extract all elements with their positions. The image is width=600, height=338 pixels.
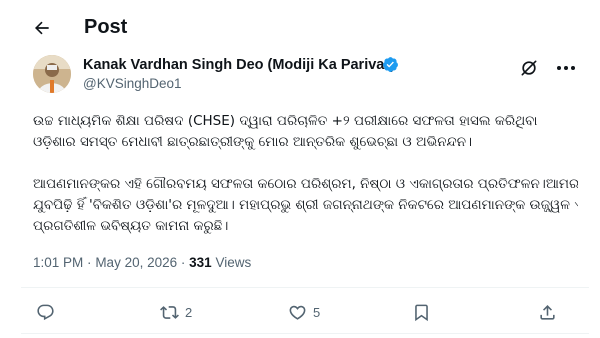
divider bbox=[21, 287, 589, 288]
author-name[interactable]: Kanak Vardhan Singh Deo (Modiji Ka Pariv… bbox=[83, 56, 395, 74]
author-handle[interactable]: @KVSinghDeo1 bbox=[83, 76, 182, 92]
heart-icon bbox=[289, 305, 306, 320]
grok-button[interactable] bbox=[519, 58, 539, 78]
meta-separator: · bbox=[87, 255, 92, 270]
tweet-line: ଯୁବପିଢ଼ି ହିଁ 'ବିକଶିତ ଓଡ଼ିଶା'ର ମୂଳଦୁଆ। ମହ… bbox=[33, 197, 578, 213]
tweet-meta: 1:01 PM · May 20, 2026 · 331 Views bbox=[33, 254, 251, 272]
repost-icon bbox=[160, 305, 179, 319]
tweet-time[interactable]: 1:01 PM bbox=[33, 255, 83, 270]
like-count: 5 bbox=[313, 304, 321, 320]
tweet-line: ଉଚ୍ଚ ମାଧ୍ୟମିକ ଶିକ୍ଷା ପରିଷଦ (CHSE) ଦ୍ୱାରା… bbox=[33, 113, 538, 129]
reply-icon bbox=[37, 304, 54, 320]
grok-icon bbox=[521, 60, 537, 76]
share-button[interactable] bbox=[538, 302, 557, 322]
bookmark-button[interactable] bbox=[412, 302, 431, 322]
verified-badge-icon bbox=[383, 57, 398, 72]
share-icon bbox=[540, 304, 555, 320]
tweet-date[interactable]: May 20, 2026 bbox=[95, 255, 177, 270]
back-button[interactable] bbox=[28, 14, 56, 42]
like-button[interactable]: 5 bbox=[288, 302, 320, 322]
bookmark-icon bbox=[415, 304, 428, 321]
page-title: Post bbox=[84, 16, 128, 38]
tweet-line: ପ୍ରଗତିଶୀଳ ଭବିଷ୍ୟତ କାମନା କରୁଛି। bbox=[33, 218, 229, 234]
post-header: Post bbox=[0, 0, 600, 54]
tweet-line: ଆପଣମାନଙ୍କର ଏହି ଗୌରବମୟ ସଫଳତା କଠୋର ପରିଶ୍ରମ… bbox=[33, 176, 578, 192]
views-label: Views bbox=[215, 255, 252, 270]
more-horizontal-icon bbox=[557, 66, 575, 70]
repost-count: 2 bbox=[185, 304, 193, 320]
tweet-text: ଉଚ୍ଚ ମାଧ୍ୟମିକ ଶିକ୍ଷା ପରିଷଦ (CHSE) ଦ୍ୱାରା… bbox=[33, 111, 578, 237]
arrow-left-icon bbox=[35, 21, 49, 35]
avatar-image bbox=[33, 55, 71, 93]
more-options-button[interactable] bbox=[556, 60, 576, 76]
meta-separator: · bbox=[180, 255, 186, 270]
avatar[interactable] bbox=[33, 55, 71, 93]
divider bbox=[21, 333, 589, 334]
reply-button[interactable] bbox=[36, 302, 55, 322]
repost-button[interactable]: 2 bbox=[160, 302, 192, 322]
tweet-line: ଓଡ଼ିଶାର ସମସ୍ତ ମେଧାବୀ ଛାତ୍ରଛାତ୍ରୀଙ୍କୁ ମୋର… bbox=[33, 134, 473, 150]
views-count: 331 bbox=[189, 255, 212, 270]
